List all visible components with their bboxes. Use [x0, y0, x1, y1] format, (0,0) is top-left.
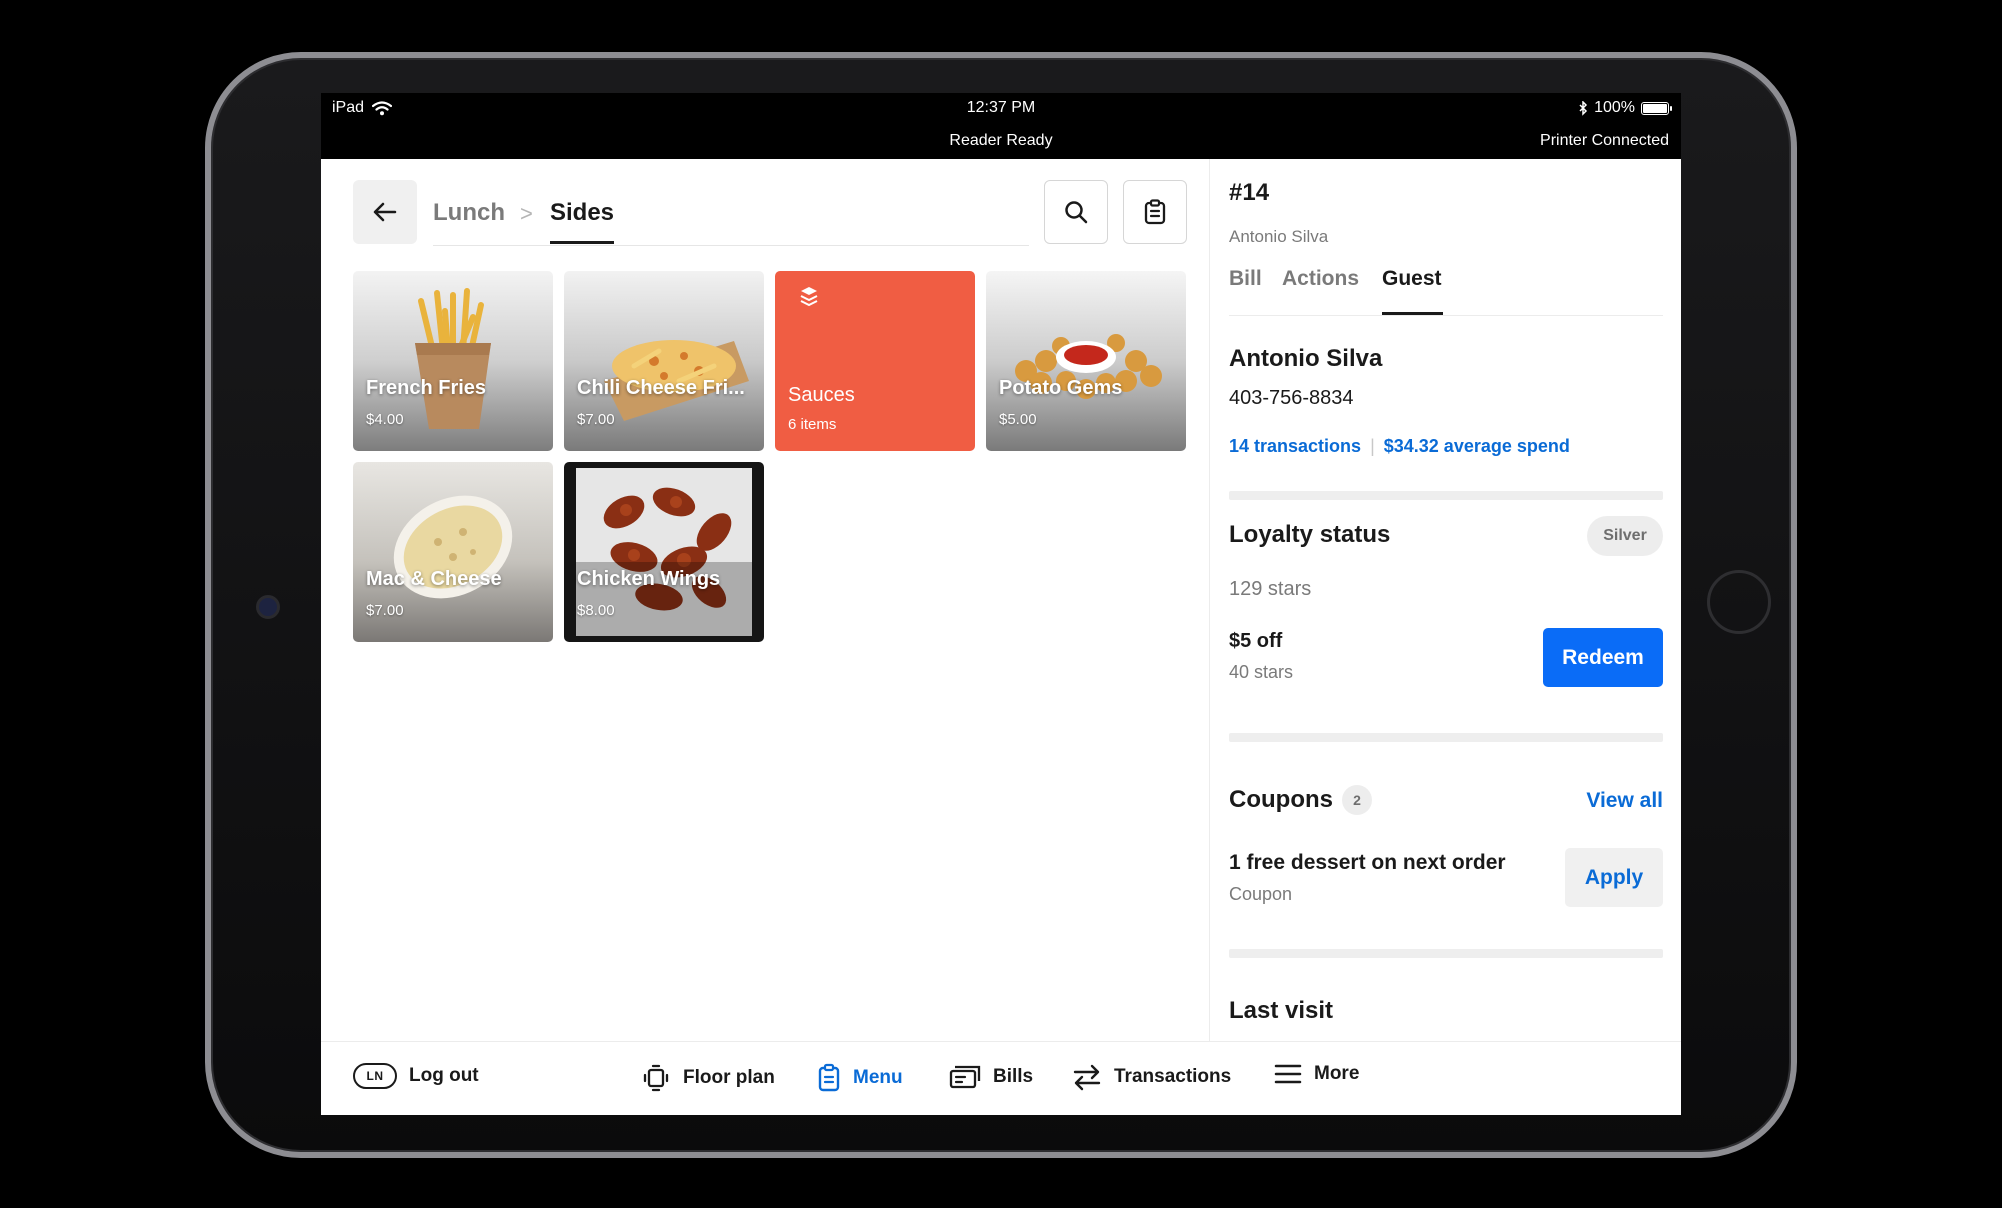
breadcrumb: Lunch > Sides: [433, 179, 1029, 246]
menu-tile-french-fries[interactable]: French Fries $4.00: [353, 271, 553, 451]
menu-tile-chicken-wings[interactable]: Chicken Wings $8.00: [564, 462, 764, 642]
breadcrumb-sides[interactable]: Sides: [550, 199, 614, 227]
tile-name: Chicken Wings: [577, 568, 721, 590]
menu-clipboard-icon: [818, 1063, 840, 1092]
reward-cost: 40 stars: [1229, 662, 1294, 682]
nav-more[interactable]: More: [1274, 1063, 1359, 1085]
reader-status: Reader Ready: [949, 132, 1053, 149]
front-camera: [256, 595, 280, 619]
user-initials-badge: LN: [353, 1063, 397, 1089]
search-button[interactable]: [1044, 180, 1108, 244]
hamburger-menu-icon: [1274, 1064, 1302, 1084]
section-divider: [1229, 733, 1663, 742]
more-label: More: [1314, 1063, 1360, 1084]
menu-label: Menu: [853, 1067, 903, 1088]
nav-floor-plan[interactable]: Floor plan: [641, 1063, 775, 1093]
bluetooth-icon: [1579, 100, 1588, 116]
guest-name: Antonio Silva: [1229, 345, 1383, 372]
nav-bills[interactable]: Bills: [949, 1063, 1033, 1091]
menu-tile-mac-and-cheese[interactable]: Mac & Cheese $7.00: [353, 462, 553, 642]
tile-price: $7.00: [577, 411, 615, 428]
battery-percent: 100%: [1594, 99, 1635, 116]
order-customer: Antonio Silva: [1229, 227, 1329, 246]
transfer-arrows-icon: [1073, 1064, 1101, 1091]
transactions-label: Transactions: [1114, 1066, 1232, 1087]
tab-guest[interactable]: Guest: [1382, 267, 1442, 291]
coupon-title: 1 free dessert on next order: [1229, 851, 1506, 874]
breadcrumb-active-underline: [550, 241, 614, 244]
order-detail-panel: #14 Antonio Silva Bill Actions Guest Ant…: [1209, 159, 1681, 1041]
stats-separator: |: [1370, 436, 1375, 456]
breadcrumb-separator: >: [520, 201, 533, 226]
menu-panel: Lunch > Sides French Fries $4.00 Chili C…: [321, 159, 1209, 1041]
menu-tile-chili-cheese-fries[interactable]: Chili Cheese Fri... $7.00: [564, 271, 764, 451]
view-all-coupons-link[interactable]: View all: [1586, 789, 1663, 813]
tab-actions[interactable]: Actions: [1282, 267, 1359, 291]
menu-tile-sauces[interactable]: Sauces 6 items: [775, 271, 975, 451]
section-divider: [1229, 949, 1663, 958]
guest-phone: 403-756-8834: [1229, 387, 1354, 409]
nav-transactions[interactable]: Transactions: [1072, 1063, 1231, 1091]
coupon-type: Coupon: [1229, 884, 1293, 904]
nav-menu[interactable]: Menu: [817, 1063, 903, 1093]
clipboard-icon: [1144, 199, 1166, 225]
status-right: 100%: [1579, 99, 1672, 117]
loyalty-stars: 129 stars: [1229, 578, 1312, 600]
coupons-count-badge: 2: [1342, 785, 1372, 815]
arrow-left-icon: [373, 202, 397, 222]
active-tab-underline: [1382, 312, 1443, 315]
logout-label: Log out: [409, 1065, 479, 1086]
guest-stats: 14 transactions | $34.32 average spend: [1229, 436, 1570, 457]
back-button[interactable]: [353, 180, 417, 244]
tile-name: Potato Gems: [999, 377, 1123, 399]
last-visit-title: Last visit: [1229, 997, 1334, 1024]
search-icon: [1065, 201, 1088, 224]
screen: iPad 12:37 PM 100% Reader Ready Printer …: [321, 93, 1681, 1115]
clock: 12:37 PM: [966, 99, 1036, 116]
loyalty-tier-badge: Silver: [1587, 516, 1663, 556]
tile-name: French Fries: [366, 377, 487, 399]
bills-icon: [949, 1065, 981, 1089]
battery-icon: [1641, 101, 1672, 115]
apply-coupon-button[interactable]: Apply: [1565, 848, 1663, 907]
tile-price: $5.00: [999, 411, 1037, 428]
bottom-nav: LN Log out Floor plan Menu Bills Transac…: [321, 1041, 1681, 1115]
floor-plan-icon: [643, 1064, 669, 1092]
average-spend-link[interactable]: $34.32 average spend: [1384, 436, 1570, 457]
tile-name: Chili Cheese Fri...: [577, 377, 745, 399]
transactions-link[interactable]: 14 transactions: [1229, 436, 1361, 457]
menu-tile-potato-gems[interactable]: Potato Gems $5.00: [986, 271, 1186, 451]
redeem-button[interactable]: Redeem: [1543, 628, 1663, 687]
section-divider: [1229, 491, 1663, 500]
bills-label: Bills: [993, 1066, 1034, 1087]
status-bar: iPad 12:37 PM 100% Reader Ready Printer …: [321, 93, 1681, 159]
coupons-title: Coupons: [1229, 786, 1333, 813]
tile-name: Mac & Cheese: [366, 568, 502, 590]
order-tabs: Bill Actions Guest: [1229, 267, 1663, 316]
tile-name: Sauces: [788, 384, 855, 406]
printer-status: Printer Connected: [1540, 132, 1669, 149]
tile-price: $7.00: [366, 602, 404, 619]
home-button[interactable]: [1707, 570, 1771, 634]
loyalty-title: Loyalty status: [1229, 521, 1391, 548]
tile-price: $4.00: [366, 411, 404, 428]
reward-title: $5 off: [1229, 630, 1283, 652]
floor-plan-label: Floor plan: [683, 1067, 775, 1088]
tile-price: $8.00: [577, 602, 615, 619]
order-number: #14: [1229, 179, 1270, 206]
order-ticket-button[interactable]: [1123, 180, 1187, 244]
breadcrumb-lunch[interactable]: Lunch: [433, 199, 505, 227]
logout-button[interactable]: LN Log out: [353, 1063, 479, 1089]
tile-item-count: 6 items: [788, 416, 837, 433]
tab-bill[interactable]: Bill: [1229, 267, 1262, 291]
